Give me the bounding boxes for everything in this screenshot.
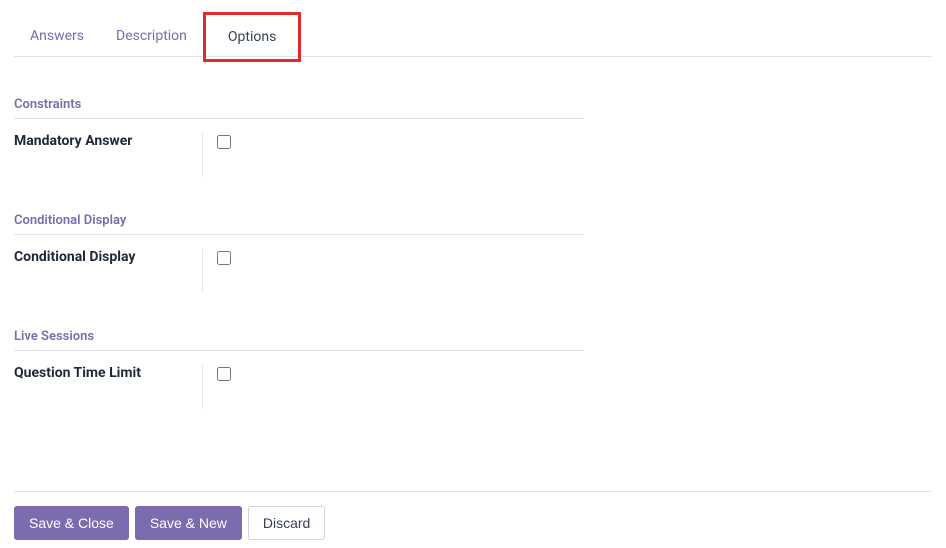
label-conditional-display: Conditional Display: [14, 249, 202, 265]
section-header-constraints: Constraints: [14, 97, 584, 119]
checkbox-mandatory-answer[interactable]: [217, 135, 231, 149]
section-live-sessions: Live Sessions Question Time Limit: [14, 329, 584, 409]
section-conditional-display: Conditional Display Conditional Display: [14, 213, 584, 293]
footer-actions: Save & Close Save & New Discard: [14, 491, 932, 540]
label-mandatory-answer: Mandatory Answer: [14, 133, 202, 149]
field-conditional-display: Conditional Display: [14, 249, 584, 293]
checkbox-question-time-limit[interactable]: [217, 367, 231, 381]
checkbox-conditional-display[interactable]: [217, 251, 231, 265]
section-header-live-sessions: Live Sessions: [14, 329, 584, 351]
field-question-time-limit: Question Time Limit: [14, 365, 584, 409]
tab-answers[interactable]: Answers: [14, 18, 100, 56]
section-header-conditional-display: Conditional Display: [14, 213, 584, 235]
label-question-time-limit: Question Time Limit: [14, 365, 202, 381]
section-constraints: Constraints Mandatory Answer: [14, 97, 584, 177]
save-close-button[interactable]: Save & Close: [14, 506, 129, 540]
discard-button[interactable]: Discard: [248, 506, 325, 540]
tab-options[interactable]: Options: [203, 12, 301, 62]
save-new-button[interactable]: Save & New: [135, 506, 242, 540]
field-mandatory-answer: Mandatory Answer: [14, 133, 584, 177]
tab-bar: Answers Description Options: [14, 18, 932, 57]
tab-description[interactable]: Description: [100, 18, 203, 56]
